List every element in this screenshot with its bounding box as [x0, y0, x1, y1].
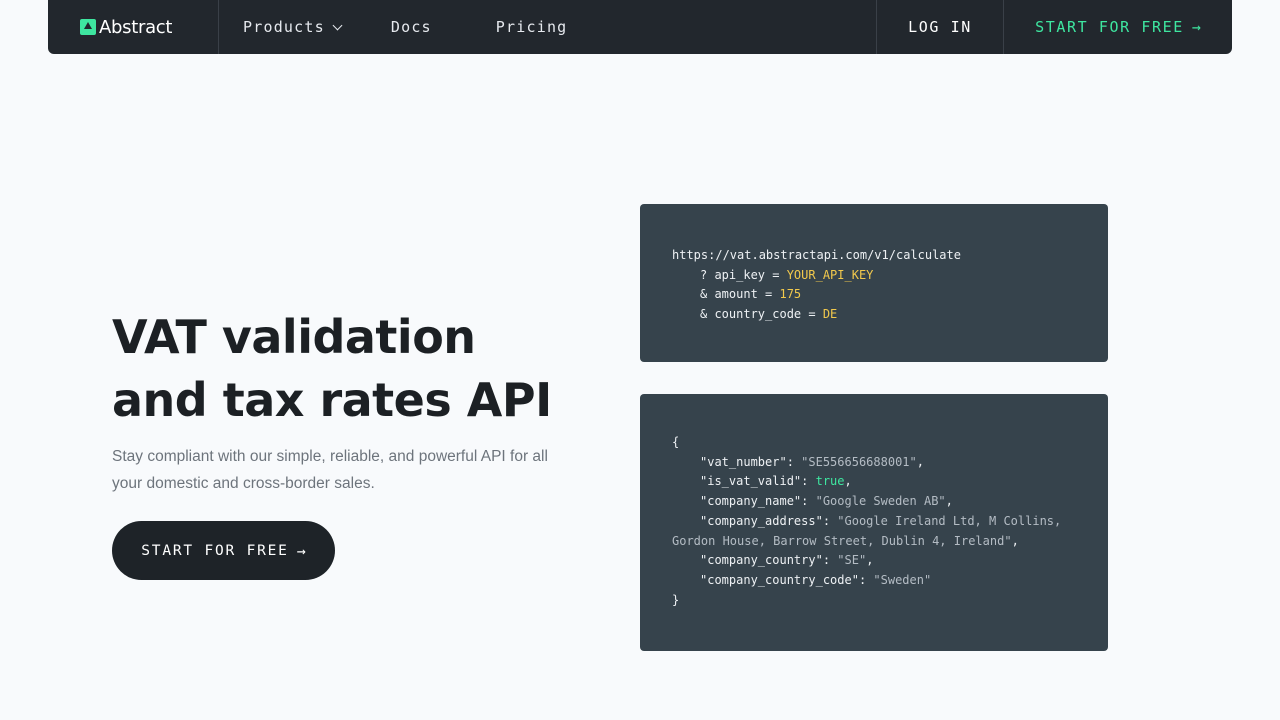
json-value: "Sweden"	[873, 572, 932, 587]
top-navbar: Abstract Products Docs Pricing LOG IN ST…	[48, 0, 1232, 54]
json-value: "SE"	[837, 553, 867, 568]
json-value: "Google Ireland Ltd, M Collins,	[837, 513, 1062, 528]
json-value: Gordon House, Barrow Street, Dublin 4, I…	[672, 533, 1012, 548]
json-value: "Google Sweden AB"	[815, 494, 946, 509]
hero-start-free-button[interactable]: START FOR FREE →	[112, 521, 335, 580]
brand-logo[interactable]: Abstract	[48, 0, 219, 54]
arrow-right-icon: →	[296, 541, 306, 560]
param-key: & country_code =	[700, 307, 823, 322]
request-code-block: https://vat.abstractapi.com/v1/calculate…	[640, 204, 1108, 362]
json-key: "company_country_code"	[700, 572, 859, 587]
request-param-api-key: ? api_key = YOUR_API_KEY	[672, 266, 1076, 286]
response-code-block: { "vat_number": "SE556656688001", "is_vat_…	[640, 394, 1108, 651]
param-value: 175	[779, 287, 802, 302]
json-line-company-address: "company_address": "Google Ireland Ltd, …	[700, 513, 1062, 528]
arrow-right-icon: →	[1191, 18, 1201, 36]
abstract-logo-icon	[80, 19, 96, 35]
param-key: & amount =	[700, 287, 780, 302]
json-key: "company_address"	[700, 513, 823, 528]
json-key: "vat_number"	[700, 454, 787, 469]
json-line-company-name: "company_name": "Google Sweden AB",	[700, 494, 953, 509]
hero-title-line-2: and tax rates API	[112, 373, 552, 427]
json-value: true	[815, 474, 845, 489]
request-param-amount: & amount = 175	[672, 285, 1076, 305]
nav-products-label: Products	[243, 18, 325, 36]
nav-start-free-label: START FOR FREE	[1035, 18, 1184, 36]
request-url: https://vat.abstractapi.com/v1/calculate	[672, 248, 961, 262]
request-param-country-code: & country_code = DE	[672, 305, 1076, 325]
nav-actions: LOG IN START FOR FREE →	[876, 0, 1232, 54]
login-button[interactable]: LOG IN	[876, 0, 1003, 54]
json-open-brace: {	[672, 435, 680, 449]
nav-products-menu[interactable]: Products	[243, 0, 343, 54]
nav-pricing-link[interactable]: Pricing	[496, 0, 568, 54]
hero-title: VAT validation and tax rates API	[112, 306, 592, 432]
json-key: "is_vat_valid"	[700, 474, 802, 489]
hero-start-free-label: START FOR FREE	[141, 542, 289, 559]
hero-title-line-1: VAT validation	[112, 310, 476, 364]
param-value: YOUR_API_KEY	[786, 267, 874, 282]
nav-links: Products Docs Pricing	[219, 0, 567, 54]
json-line-vat-number: "vat_number": "SE556656688001",	[700, 454, 924, 469]
param-key: ? api_key =	[700, 267, 787, 282]
json-value: "SE556656688001"	[801, 454, 917, 469]
nav-start-free-button[interactable]: START FOR FREE →	[1003, 0, 1232, 54]
chevron-down-icon	[332, 20, 343, 30]
json-line-company-country: "company_country": "SE",	[700, 553, 874, 568]
json-close-brace: }	[672, 592, 680, 607]
json-line-company-address-cont: Gordon House, Barrow Street, Dublin 4, I…	[672, 533, 1019, 548]
param-value: DE	[822, 307, 838, 322]
json-line-is-vat-valid: "is_vat_valid": true,	[700, 474, 852, 489]
nav-docs-link[interactable]: Docs	[391, 0, 432, 54]
json-key: "company_country"	[700, 553, 823, 568]
brand-name: Abstract	[99, 16, 173, 38]
json-key: "company_name"	[700, 494, 802, 509]
hero-subtitle: Stay compliant with our simple, reliable…	[112, 448, 548, 492]
json-line-company-country-code: "company_country_code": "Sweden"	[700, 572, 932, 587]
